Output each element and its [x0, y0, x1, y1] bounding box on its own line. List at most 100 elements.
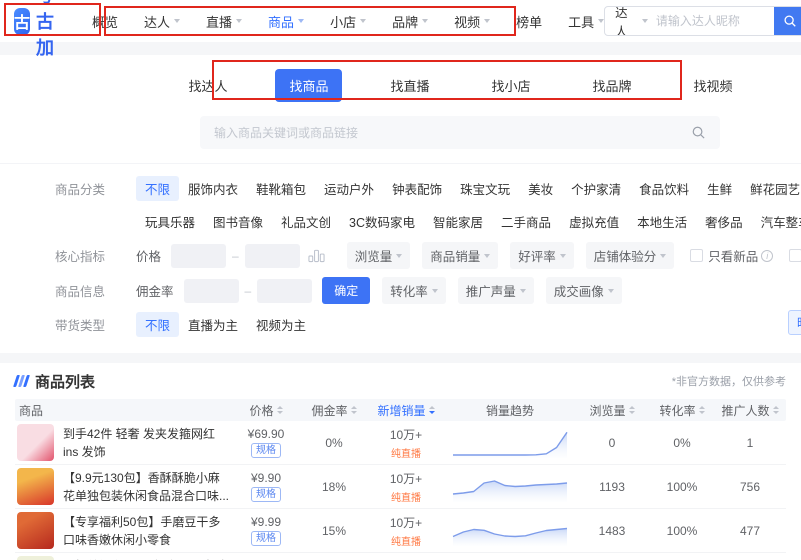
category-option[interactable]: 食品饮料	[630, 176, 698, 201]
tab-find-product[interactable]: 找商品	[275, 69, 342, 102]
column-header-views[interactable]: 浏览量	[574, 402, 650, 419]
chevron-down-icon	[422, 19, 428, 23]
tab-find-live[interactable]: 找直播	[376, 69, 443, 102]
nav-item-video[interactable]: 视频	[454, 12, 490, 31]
category-filter-row2: 玩具乐器 图书音像 礼品文创 3C数码家电 智能家居 二手商品 虚拟充值 本地生…	[136, 205, 787, 238]
nav-item-live[interactable]: 直播	[206, 12, 242, 31]
category-option[interactable]: 鞋靴箱包	[247, 176, 315, 201]
product-image[interactable]	[17, 512, 54, 549]
new-product-checkbox[interactable]: 只看新品 i	[690, 246, 773, 265]
filter-label-info: 商品信息	[55, 281, 120, 300]
info-icon: i	[761, 250, 773, 262]
sort-icon	[351, 406, 357, 414]
category-option[interactable]: 虚拟充值	[560, 209, 628, 234]
product-title[interactable]: 【9.9元130包】香酥酥脆小麻花单独包装休闲食品混合口味...	[63, 469, 230, 505]
table-row: 【粉丝福利】到手1盒/100片 冻干粉免洗睡眠面膜补水保湿提... ¥9.90 …	[15, 553, 786, 560]
chevron-down-icon	[660, 254, 666, 258]
product-title[interactable]: 到手42件 轻奢 发夹发箍网红ins 发饰	[63, 425, 230, 461]
category-option[interactable]: 图书音像	[204, 209, 272, 234]
product-image[interactable]	[17, 468, 54, 505]
logo[interactable]: 古 考古加	[14, 0, 66, 60]
sort-icon	[629, 406, 635, 414]
deal-portrait-dropdown[interactable]: 成交画像	[546, 277, 622, 304]
sales-type-option[interactable]: 视频为主	[247, 312, 315, 337]
category-option[interactable]: 不限	[136, 176, 179, 201]
tab-find-brand[interactable]: 找品牌	[579, 69, 646, 102]
column-header-commission[interactable]: 佣金率	[302, 402, 366, 419]
category-option[interactable]: 本地生活	[628, 209, 696, 234]
promoters-cell: 1	[714, 436, 786, 450]
nav-item-brand[interactable]: 品牌	[392, 12, 428, 31]
category-option[interactable]: 二手商品	[492, 209, 560, 234]
spec-badge: 规格	[251, 443, 281, 458]
list-title-row: 商品列表 *非官方数据，仅供参考	[15, 363, 786, 399]
promotion-volume-dropdown[interactable]: 推广声量	[458, 277, 534, 304]
product-title[interactable]: 【粉丝福利】到手1盒/100片 冻干粉免洗睡眠面膜补水保湿提...	[63, 557, 230, 560]
nav-item-ranking[interactable]: 榜单	[516, 12, 542, 31]
category-option[interactable]: 服饰内衣	[179, 176, 247, 201]
new-sales-cell: 10万+ 纯直播	[366, 470, 446, 504]
product-title[interactable]: 【专享福利50包】手磨豆干多口味香嫩休闲小零食	[63, 513, 230, 549]
category-option[interactable]: 生鲜	[698, 176, 741, 201]
price-min-input[interactable]	[171, 244, 226, 268]
column-header-conversion[interactable]: 转化率	[650, 402, 714, 419]
shop-score-dropdown[interactable]: 店铺体验分	[586, 242, 675, 269]
category-option[interactable]: 珠宝文玩	[451, 176, 519, 201]
category-option[interactable]: 钟表配饰	[383, 176, 451, 201]
sales-type-option[interactable]: 直播为主	[179, 312, 247, 337]
promoters-cell: 477	[714, 524, 786, 538]
conversion-cell: 100%	[650, 480, 714, 494]
nav-item-tools[interactable]: 工具	[568, 12, 604, 31]
category-option[interactable]: 礼品文创	[272, 209, 340, 234]
column-header-price[interactable]: 价格	[230, 402, 302, 419]
category-option[interactable]: 美妆	[519, 176, 562, 201]
table-row: 【专享福利50包】手磨豆干多口味香嫩休闲小零食 ¥9.99 规格 15% 10万…	[15, 509, 786, 553]
histogram-icon[interactable]	[308, 248, 325, 263]
category-option[interactable]: 玩具乐器	[136, 209, 204, 234]
confirm-button[interactable]: 确定	[322, 277, 370, 304]
search-category-select[interactable]: 达人	[605, 6, 656, 36]
price-max-input[interactable]	[245, 244, 300, 268]
nav-item-influencer[interactable]: 达人	[144, 12, 180, 31]
category-option[interactable]: 运动户外	[315, 176, 383, 201]
column-header-new-sales[interactable]: 新增销量	[366, 402, 446, 419]
category-option[interactable]: 奢侈品	[696, 209, 752, 234]
nav-item-product[interactable]: 商品	[268, 12, 304, 31]
search-button[interactable]	[774, 6, 801, 36]
chevron-down-icon	[396, 254, 402, 258]
conversion-dropdown[interactable]: 转化率	[382, 277, 446, 304]
tab-find-influencer[interactable]: 找达人	[174, 69, 241, 102]
views-dropdown[interactable]: 浏览量	[347, 242, 411, 269]
commission-min-input[interactable]	[184, 279, 239, 303]
range-separator: –	[232, 249, 239, 263]
influencer-search-input[interactable]	[656, 7, 774, 35]
rating-dropdown[interactable]: 好评率	[510, 242, 574, 269]
category-option[interactable]: 3C数码家电	[340, 209, 424, 234]
brand-name: 考古加	[36, 0, 66, 60]
product-search-input[interactable]	[214, 126, 691, 140]
column-header-product: 商品	[15, 402, 230, 419]
nav-item-shop[interactable]: 小店	[330, 12, 366, 31]
sales-trend-chart	[451, 514, 569, 548]
tab-find-shop[interactable]: 找小店	[478, 69, 545, 102]
views-cell: 0	[574, 436, 650, 450]
filter-section: 商品分类 不限 服饰内衣 鞋靴箱包 运动户外 钟表配饰 珠宝文玩 美妆 个护家清…	[0, 163, 801, 353]
sort-icon	[699, 406, 705, 414]
sales-type-option[interactable]: 不限	[136, 312, 179, 337]
category-option[interactable]: 智能家居	[424, 209, 492, 234]
product-image[interactable]	[17, 424, 54, 461]
column-header-promoters[interactable]: 推广人数	[714, 402, 786, 419]
commission-max-input[interactable]	[257, 279, 312, 303]
price-cell: ¥9.99 规格	[230, 515, 302, 546]
category-option[interactable]: 鲜花园艺	[741, 176, 801, 201]
tab-find-video[interactable]: 找视频	[680, 69, 747, 102]
product-sales-dropdown[interactable]: 商品销量	[422, 242, 498, 269]
category-option[interactable]: 汽车整车	[752, 209, 801, 234]
core-metrics-row: 核心指标 价格 – 浏览量 商品销量 好评率 店铺体验分	[55, 238, 787, 273]
category-option[interactable]: 个护家清	[562, 176, 630, 201]
nav-item-overview[interactable]: 概览	[92, 12, 118, 31]
search-icon[interactable]	[691, 125, 706, 140]
date-filter-badge[interactable]: 昨日	[788, 310, 801, 335]
product-image[interactable]	[17, 556, 54, 560]
linked-live-checkbox[interactable]: 关联直播	[789, 246, 801, 265]
